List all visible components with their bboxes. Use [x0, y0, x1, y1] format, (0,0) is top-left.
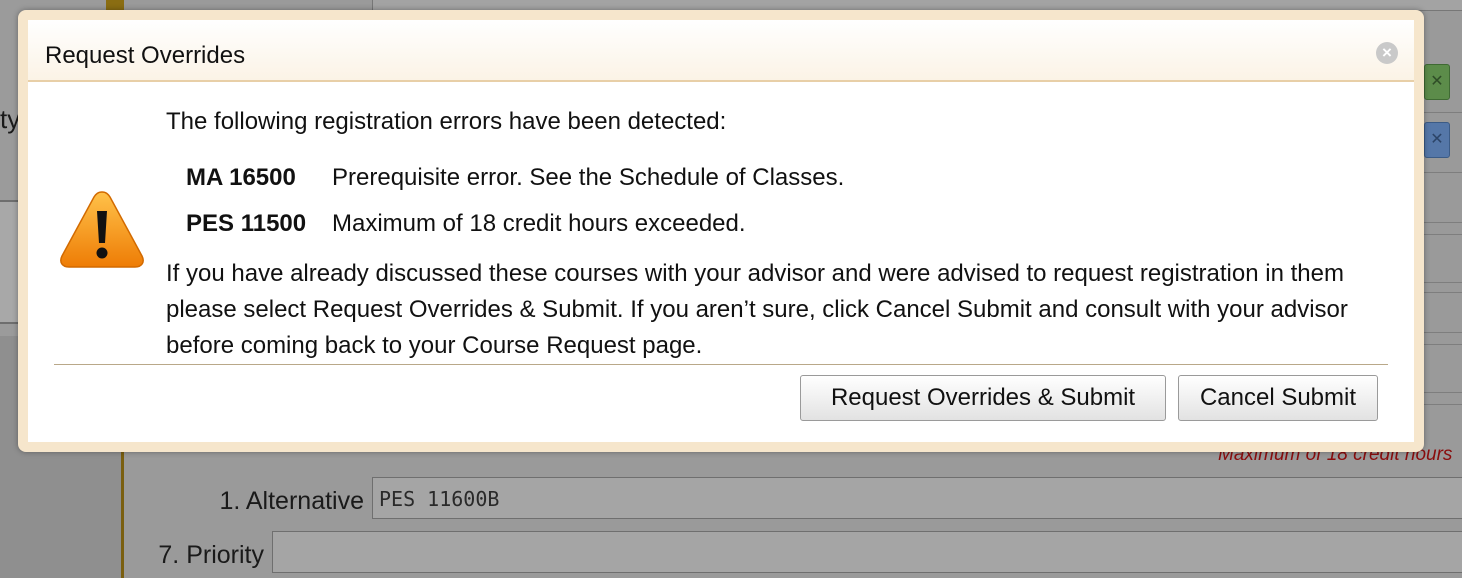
close-icon[interactable]: × [1376, 42, 1398, 64]
warning-icon [60, 191, 144, 268]
error-message: Prerequisite error. See the Schedule of … [332, 164, 845, 191]
error-row: MA 16500 Prerequisite error. See the Sche… [186, 164, 844, 192]
dialog-header: Request Overrides × [28, 20, 1414, 82]
cancel-submit-button[interactable]: Cancel Submit [1178, 375, 1378, 421]
background-rule [1418, 112, 1462, 113]
dialog-divider [54, 364, 1388, 365]
advice-text: If you have already discussed these cour… [166, 260, 1348, 359]
background-rule [1418, 234, 1462, 235]
background-remove-icon: ✕ [1424, 122, 1450, 158]
background-rule [1418, 222, 1462, 223]
priority-input [272, 531, 1462, 573]
alternative-input: PES 11600B [372, 477, 1462, 519]
error-row: PES 11500 Maximum of 18 credit hours exce… [186, 210, 746, 238]
background-remove-icon: ✕ [1424, 64, 1450, 100]
errors-intro: The following registration errors have b… [166, 108, 727, 135]
dialog-body: The following registration errors have b… [28, 82, 1414, 442]
background-rule [1418, 292, 1462, 293]
background-rule [1418, 344, 1462, 345]
error-course: MA 16500 [186, 164, 296, 191]
request-overrides-submit-button[interactable]: Request Overrides & Submit [800, 375, 1166, 421]
request-overrides-dialog: Request Overrides × The following regist… [18, 10, 1424, 452]
background-priority-row: 7. Priority [124, 531, 1462, 575]
background-rule [1418, 282, 1462, 283]
alternative-label: 1. Alternative [219, 487, 364, 515]
dialog-title: Request Overrides [45, 42, 246, 69]
background-rule [1418, 332, 1462, 333]
error-message: Maximum of 18 credit hours exceeded. [332, 210, 746, 237]
background-rule [1418, 404, 1462, 405]
background-rule [1418, 392, 1462, 393]
error-course: PES 11500 [186, 210, 307, 237]
background-rule [1418, 172, 1462, 173]
background-alternative-row: 1. Alternative PES 11600B [124, 477, 1462, 521]
priority-label: 7. Priority [158, 541, 264, 569]
